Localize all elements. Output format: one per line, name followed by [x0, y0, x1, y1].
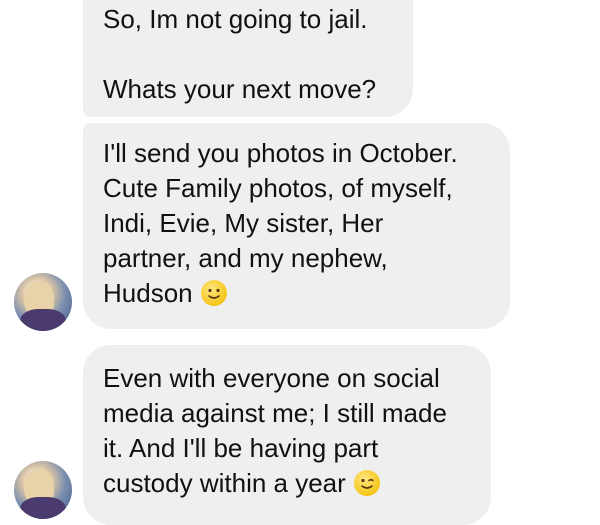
message-text: Even with everyone on social	[103, 363, 440, 393]
message-text: I'll send you photos in October.	[103, 138, 458, 168]
message-text: So, Im not going to jail.	[103, 4, 368, 34]
message-text: Hudson	[103, 278, 193, 308]
message-text: partner, and my nephew,	[103, 243, 388, 273]
message-paragraph-gap	[103, 37, 393, 72]
message-thread: So, Im not going to jail. Whats your nex…	[0, 0, 600, 525]
avatar-body	[20, 309, 66, 331]
slightly-smiling-face-icon	[200, 280, 227, 306]
message-text-last-line: Hudson	[103, 276, 490, 311]
message-bubble[interactable]: I'll send you photos in October. Cute Fa…	[83, 123, 510, 329]
message-text: Cute Family photos, of myself,	[103, 173, 453, 203]
avatar-body	[20, 497, 66, 519]
message-text: media against me; I still made	[103, 398, 447, 428]
sender-avatar[interactable]	[14, 461, 72, 519]
message-text: Whats your next move?	[103, 74, 377, 104]
message-bubble[interactable]: So, Im not going to jail. Whats your nex…	[83, 0, 413, 117]
winking-face-icon	[353, 470, 380, 496]
message-text: custody within a year	[103, 468, 346, 498]
message-text: it. And I'll be having part	[103, 433, 379, 463]
message-text-last-line: custody within a year	[103, 466, 471, 501]
message-bubble[interactable]: Even with everyone on social media again…	[83, 345, 491, 525]
sender-avatar[interactable]	[14, 273, 72, 331]
message-text: Indi, Evie, My sister, Her	[103, 208, 384, 238]
